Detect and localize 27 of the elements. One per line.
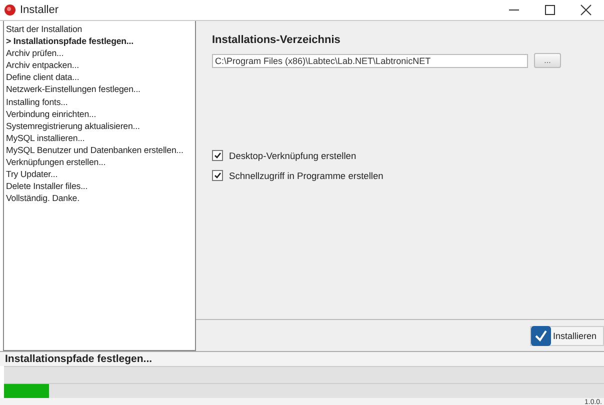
checkmark-icon <box>531 326 551 346</box>
path-field[interactable]: C:\Program Files (x86)\Labtec\Lab.NET\LabtronicNET <box>212 54 528 68</box>
section-heading: Installations-Verzeichnis <box>212 34 342 46</box>
checkbox-label: Schnellzugriff in Programme erstellen <box>229 170 384 180</box>
status-text: Installationspfade festlegen... <box>0 351 604 366</box>
step-item: Installing fonts... <box>5 96 69 108</box>
step-item: Archiv entpacken... <box>5 59 80 72</box>
step-item: Try Updater... <box>5 168 59 180</box>
step-item: Netzwerk-Einstellungen festlegen... <box>5 83 142 96</box>
step-item: Delete Installer files... <box>5 180 89 192</box>
step-item: > Installationspfade festlegen... <box>5 35 134 48</box>
checkbox-label: Desktop-Verknüpfung erstellen <box>229 150 356 160</box>
checkbox[interactable] <box>212 170 223 181</box>
step-item: MySQL Benutzer und Datenbanken erstellen... <box>5 144 184 156</box>
step-item: MySQL installieren... <box>5 132 86 144</box>
step-item: Verbindung einrichten... <box>5 108 98 120</box>
app-logo-icon <box>4 4 16 16</box>
step-item: Define client data... <box>5 71 80 84</box>
install-button[interactable]: Installieren <box>530 326 604 346</box>
step-item: Archiv prüfen... <box>5 47 65 60</box>
step-item: Vollständig. Danke. <box>5 192 80 204</box>
step-item: Verknüpfungen erstellen... <box>5 156 107 168</box>
browse-button[interactable]: ... <box>534 53 561 68</box>
step-item: Start der Installation <box>5 23 84 36</box>
step-item: Systemregistrierung aktualisieren... <box>5 120 141 132</box>
checkbox[interactable] <box>212 150 223 161</box>
window-title: Installer <box>20 4 60 16</box>
